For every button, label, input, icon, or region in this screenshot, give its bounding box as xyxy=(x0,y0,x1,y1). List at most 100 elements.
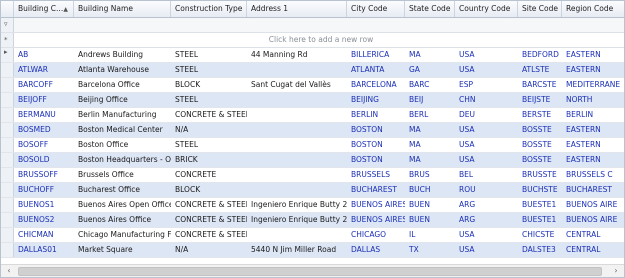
cell-state-code[interactable]: BEIJ xyxy=(405,93,455,107)
cell-construction-type[interactable]: STEEL xyxy=(171,93,247,107)
cell-region-code[interactable]: CENTRAL xyxy=(562,228,624,242)
cell-construction-type[interactable]: STEEL xyxy=(171,48,247,62)
cell-country-code[interactable]: ARG xyxy=(455,198,518,212)
cell-country-code[interactable]: USA xyxy=(455,153,518,167)
cell-state-code[interactable]: BUEN xyxy=(405,198,455,212)
cell-region-code[interactable]: MEDITERRANE xyxy=(562,78,624,92)
row-indicator[interactable] xyxy=(1,123,14,137)
cell-state-code[interactable]: TX xyxy=(405,243,455,257)
cell-region-code[interactable]: BUENOS AIRE xyxy=(562,198,624,212)
cell-region-code[interactable]: EASTERN xyxy=(562,63,624,77)
cell-construction-type[interactable]: CONCRETE & STEEL xyxy=(171,213,247,227)
header-state-code[interactable]: State Code xyxy=(405,1,455,17)
row-indicator[interactable] xyxy=(1,243,14,257)
cell-building-code[interactable]: CHICMAN xyxy=(14,228,74,242)
cell-building-name[interactable]: Buenos Aires Open Office xyxy=(74,198,171,212)
cell-address-1[interactable] xyxy=(247,168,347,182)
cell-building-code[interactable]: BOSOLD xyxy=(14,153,74,167)
cell-region-code[interactable]: EASTERN xyxy=(562,48,624,62)
table-row[interactable]: BOSOFF Boston Office STEEL BOSTON MA USA BOSST… xyxy=(1,138,624,153)
cell-city-code[interactable]: BILLERICA xyxy=(347,48,405,62)
cell-country-code[interactable]: DEU xyxy=(455,108,518,122)
cell-building-code[interactable]: AB xyxy=(14,48,74,62)
row-indicator[interactable] xyxy=(1,63,14,77)
cell-construction-type[interactable]: STEEL xyxy=(171,138,247,152)
cell-building-name[interactable]: Boston Office xyxy=(74,138,171,152)
cell-building-code[interactable]: ATLWAR xyxy=(14,63,74,77)
cell-country-code[interactable]: USA xyxy=(455,243,518,257)
table-row[interactable]: BUENOS1 Buenos Aires Open Office CONCRETE … xyxy=(1,198,624,213)
table-row[interactable]: ▸ AB Andrews Building STEEL 44 Manning Rd BIL… xyxy=(1,48,624,63)
cell-address-1[interactable] xyxy=(247,183,347,197)
header-construction-type[interactable]: Construction Type xyxy=(171,1,247,17)
cell-city-code[interactable]: ATLANTA xyxy=(347,63,405,77)
cell-state-code[interactable]: BARC xyxy=(405,78,455,92)
cell-address-1[interactable]: 5440 N Jim Miller Road xyxy=(247,243,347,257)
cell-region-code[interactable]: CENTRAL xyxy=(562,243,624,257)
header-country-code[interactable]: Country Code xyxy=(455,1,518,17)
cell-building-code[interactable]: BOSOFF xyxy=(14,138,74,152)
row-indicator[interactable] xyxy=(1,153,14,167)
cell-construction-type[interactable]: CONCRETE & STEEL xyxy=(171,108,247,122)
table-row[interactable]: BARCOFF Barcelona Office BLOCK Sant Cugat d… xyxy=(1,78,624,93)
cell-region-code[interactable]: NORTH xyxy=(562,93,624,107)
cell-state-code[interactable]: MA xyxy=(405,123,455,137)
cell-address-1[interactable] xyxy=(247,108,347,122)
cell-site-code[interactable]: BRUSSTE xyxy=(518,168,562,182)
cell-building-name[interactable]: Market Square xyxy=(74,243,171,257)
cell-building-code[interactable]: BUENOS2 xyxy=(14,213,74,227)
table-row[interactable]: BUENOS2 Buenos Aires Office CONCRETE & STE… xyxy=(1,213,624,228)
cell-site-code[interactable]: BUESTE1 xyxy=(518,198,562,212)
cell-building-name[interactable]: Boston Medical Center xyxy=(74,123,171,137)
scroll-right-icon[interactable]: › xyxy=(610,265,622,277)
cell-construction-type[interactable]: N/A xyxy=(171,123,247,137)
cell-construction-type[interactable]: CONCRETE & STEEL xyxy=(171,228,247,242)
cell-building-code[interactable]: DALLAS01 xyxy=(14,243,74,257)
cell-city-code[interactable]: BEIJING xyxy=(347,93,405,107)
cell-state-code[interactable]: IL xyxy=(405,228,455,242)
cell-country-code[interactable]: ARG xyxy=(455,213,518,227)
cell-construction-type[interactable]: CONCRETE xyxy=(171,168,247,182)
cell-address-1[interactable] xyxy=(247,123,347,137)
table-row[interactable]: BRUSSOFF Brussels Office CONCRETE BRUSSELS B… xyxy=(1,168,624,183)
cell-site-code[interactable]: CHICSTE xyxy=(518,228,562,242)
cell-construction-type[interactable]: BLOCK xyxy=(171,183,247,197)
cell-building-code[interactable]: BUCHOFF xyxy=(14,183,74,197)
cell-state-code[interactable]: BUCH xyxy=(405,183,455,197)
cell-address-1[interactable] xyxy=(247,138,347,152)
cell-address-1[interactable] xyxy=(247,153,347,167)
cell-building-name[interactable]: Chicago Manufacturing Fac xyxy=(74,228,171,242)
cell-region-code[interactable]: EASTERN xyxy=(562,138,624,152)
cell-building-code[interactable]: BUENOS1 xyxy=(14,198,74,212)
cell-state-code[interactable]: GA xyxy=(405,63,455,77)
row-indicator[interactable] xyxy=(1,228,14,242)
table-row[interactable]: ATLWAR Atlanta Warehouse STEEL ATLANTA GA USA… xyxy=(1,63,624,78)
cell-region-code[interactable]: BRUSSELS C xyxy=(562,168,624,182)
cell-state-code[interactable]: BERL xyxy=(405,108,455,122)
cell-building-name[interactable]: Bucharest Office xyxy=(74,183,171,197)
cell-building-code[interactable]: BRUSSOFF xyxy=(14,168,74,182)
cell-site-code[interactable]: BOSSTE xyxy=(518,138,562,152)
cell-state-code[interactable]: MA xyxy=(405,48,455,62)
cell-city-code[interactable]: DALLAS xyxy=(347,243,405,257)
cell-address-1[interactable] xyxy=(247,93,347,107)
cell-city-code[interactable]: BRUSSELS xyxy=(347,168,405,182)
cell-city-code[interactable]: CHICAGO xyxy=(347,228,405,242)
cell-address-1[interactable] xyxy=(247,63,347,77)
table-row[interactable]: DALLAS01 Market Square N/A 5440 N Jim Mille… xyxy=(1,243,624,258)
row-indicator[interactable] xyxy=(1,168,14,182)
header-site-code[interactable]: Site Code xyxy=(518,1,562,17)
cell-building-code[interactable]: BARCOFF xyxy=(14,78,74,92)
filter-row[interactable]: ▿ xyxy=(1,18,624,33)
table-row[interactable]: CHICMAN Chicago Manufacturing Fac CONCRETE… xyxy=(1,228,624,243)
cell-address-1[interactable]: Ingeniero Enrique Butty 279 xyxy=(247,198,347,212)
cell-building-name[interactable]: Berlin Manufacturing xyxy=(74,108,171,122)
cell-country-code[interactable]: USA xyxy=(455,123,518,137)
header-building-name[interactable]: Building Name xyxy=(74,1,171,17)
cell-site-code[interactable]: BOSSTE xyxy=(518,123,562,137)
table-row[interactable]: BERMANU Berlin Manufacturing CONCRETE & ST… xyxy=(1,108,624,123)
table-row[interactable]: BUCHOFF Bucharest Office BLOCK BUCHAREST BUC… xyxy=(1,183,624,198)
table-row[interactable]: BEIJOFF Beijing Office STEEL BEIJING BEIJ CHN… xyxy=(1,93,624,108)
cell-site-code[interactable]: DALSTE3 xyxy=(518,243,562,257)
cell-address-1[interactable]: Sant Cugat del Vallès xyxy=(247,78,347,92)
